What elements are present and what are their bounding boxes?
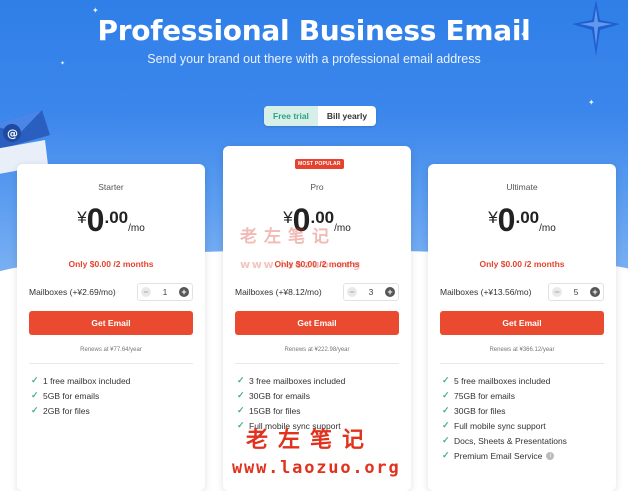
plan-name: Pro bbox=[310, 182, 324, 192]
feature-item: ✓ Premium Email Service i bbox=[442, 448, 606, 463]
feature-item: ✓ 5 free mailboxes included bbox=[442, 373, 606, 388]
feature-item: ✓ 75GB for emails bbox=[442, 388, 606, 403]
price-decimal: .00 bbox=[515, 208, 540, 227]
feature-item: ✓ 1 free mailbox included bbox=[31, 373, 195, 388]
divider bbox=[235, 363, 399, 364]
mailbox-row: Mailboxes (+¥13.56/mo) − 5 + bbox=[440, 283, 604, 301]
mailbox-row: Mailboxes (+¥8.12/mo) − 3 + bbox=[235, 283, 399, 301]
price-currency: ¥ bbox=[488, 208, 498, 227]
mailbox-qty[interactable]: 5 bbox=[574, 287, 579, 297]
page-subtitle: Send your brand out there with a profess… bbox=[147, 52, 481, 66]
mailbox-qty[interactable]: 1 bbox=[163, 287, 168, 297]
feature-text: Premium Email Service bbox=[454, 450, 543, 461]
renew-text: Renews at ¥222.98/year bbox=[284, 347, 350, 353]
get-email-button[interactable]: Get Email bbox=[440, 311, 604, 335]
minus-icon[interactable]: − bbox=[552, 287, 562, 297]
plus-icon[interactable]: + bbox=[384, 287, 395, 297]
check-icon: ✓ bbox=[442, 375, 450, 385]
most-popular-badge: MOST POPULAR bbox=[295, 159, 344, 169]
mailbox-label: Mailboxes (+¥8.12/mo) bbox=[235, 287, 322, 297]
feature-text: 30GB for files bbox=[454, 405, 506, 416]
feature-text: 5GB for emails bbox=[43, 390, 100, 401]
mailbox-stepper: − 1 + bbox=[137, 283, 193, 301]
promo-text: Only $0.00 /2 months bbox=[479, 259, 565, 269]
svg-text:@: @ bbox=[7, 127, 18, 140]
check-icon: ✓ bbox=[442, 450, 450, 460]
minus-icon[interactable]: − bbox=[141, 287, 151, 297]
feature-item: ✓ Docs, Sheets & Presentations bbox=[442, 433, 606, 448]
check-icon: ✓ bbox=[442, 405, 450, 415]
feature-text: 2GB for files bbox=[43, 405, 90, 416]
mailbox-label: Mailboxes (+¥2.69/mo) bbox=[29, 287, 116, 297]
feature-text: 1 free mailbox included bbox=[43, 375, 131, 386]
price-integer: 0 bbox=[86, 202, 105, 238]
mailbox-stepper: − 3 + bbox=[343, 283, 399, 301]
check-icon: ✓ bbox=[442, 390, 450, 400]
toggle-free-trial[interactable]: Free trial bbox=[264, 106, 318, 126]
price-currency: ¥ bbox=[77, 208, 87, 227]
feature-list: ✓ 1 free mailbox included ✓ 5GB for emails… bbox=[31, 373, 195, 418]
mailbox-stepper: − 5 + bbox=[548, 283, 604, 301]
feature-item: ✓ 30GB for emails bbox=[237, 388, 401, 403]
sparkle-icon: ✦ bbox=[588, 98, 595, 107]
feature-text: 15GB for files bbox=[249, 405, 301, 416]
check-icon: ✓ bbox=[237, 390, 245, 400]
watermark-url-big: www.laozuo.org bbox=[232, 458, 401, 478]
divider bbox=[29, 363, 193, 364]
billing-toggle: Free trial Bill yearly bbox=[264, 106, 377, 126]
price-decimal: .00 bbox=[104, 208, 129, 227]
feature-item: ✓ 2GB for files bbox=[31, 403, 195, 418]
mailbox-qty[interactable]: 3 bbox=[369, 287, 374, 297]
mailbox-label: Mailboxes (+¥13.56/mo) bbox=[440, 287, 532, 297]
promo-text: Only $0.00 /2 months bbox=[68, 259, 154, 269]
feature-text: 5 free mailboxes included bbox=[454, 375, 551, 386]
feature-text: 30GB for emails bbox=[249, 390, 310, 401]
watermark-cn-small: 老左笔记 bbox=[240, 227, 336, 247]
check-icon: ✓ bbox=[31, 390, 39, 400]
get-email-button[interactable]: Get Email bbox=[29, 311, 193, 335]
minus-icon[interactable]: − bbox=[347, 287, 357, 297]
plan-card-starter: Starter ¥0.00/mo Only $0.00 /2 months Ma… bbox=[17, 164, 205, 491]
check-icon: ✓ bbox=[31, 405, 39, 415]
plus-icon[interactable]: + bbox=[589, 287, 600, 297]
feature-text: 75GB for emails bbox=[454, 390, 515, 401]
watermark-cn-big: 老左笔记 bbox=[246, 428, 375, 453]
plan-price: ¥0.00/mo bbox=[428, 202, 616, 239]
watermark-url-small: www.laozuo.org bbox=[240, 258, 362, 271]
check-icon: ✓ bbox=[442, 435, 450, 445]
feature-text: Docs, Sheets & Presentations bbox=[454, 435, 567, 446]
feature-list: ✓ 5 free mailboxes included ✓ 75GB for ema… bbox=[442, 373, 606, 463]
plan-price: ¥0.00/mo bbox=[17, 202, 205, 239]
feature-text: 3 free mailboxes included bbox=[249, 375, 346, 386]
feature-text: Full mobile sync support bbox=[454, 420, 546, 431]
plan-name: Starter bbox=[98, 182, 124, 192]
feature-item: ✓ 3 free mailboxes included bbox=[237, 373, 401, 388]
plan-card-ultimate: Ultimate ¥0.00/mo Only $0.00 /2 months M… bbox=[428, 164, 616, 491]
check-icon: ✓ bbox=[442, 420, 450, 430]
info-icon[interactable]: i bbox=[546, 451, 555, 460]
plan-name: Ultimate bbox=[506, 182, 538, 192]
feature-item: ✓ 30GB for files bbox=[442, 403, 606, 418]
check-icon: ✓ bbox=[237, 405, 245, 415]
mailbox-row: Mailboxes (+¥2.69/mo) − 1 + bbox=[29, 283, 193, 301]
renew-text: Renews at ¥366.12/year bbox=[489, 347, 555, 353]
renew-text: Renews at ¥77.64/year bbox=[80, 347, 142, 353]
feature-item: ✓ Full mobile sync support bbox=[442, 418, 606, 433]
get-email-button[interactable]: Get Email bbox=[235, 311, 399, 335]
price-period: /mo bbox=[128, 223, 145, 234]
price-integer: 0 bbox=[497, 202, 516, 238]
feature-item: ✓ 15GB for files bbox=[237, 403, 401, 418]
check-icon: ✓ bbox=[237, 375, 245, 385]
check-icon: ✓ bbox=[31, 375, 39, 385]
price-period: /mo bbox=[539, 223, 556, 234]
price-period: /mo bbox=[334, 223, 351, 234]
toggle-bill-yearly[interactable]: Bill yearly bbox=[318, 106, 376, 126]
page-title: Professional Business Email bbox=[97, 14, 531, 47]
plus-icon[interactable]: + bbox=[178, 287, 189, 297]
feature-item: ✓ 5GB for emails bbox=[31, 388, 195, 403]
divider bbox=[440, 363, 604, 364]
